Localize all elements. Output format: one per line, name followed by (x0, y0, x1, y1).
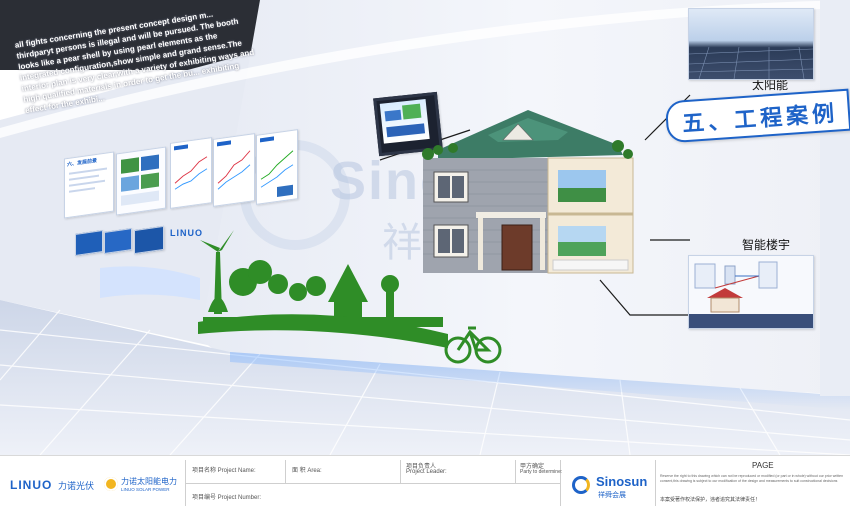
rights-text-cn: 本案受著作权法保护，违者追究其法律责任！ (660, 497, 761, 503)
smart-building-diagram (688, 255, 814, 329)
section-title: 五、工程案例 (681, 101, 839, 138)
line-chart-icon (217, 140, 251, 190)
solar-power-chinese-name: 力诺太阳能电力 (121, 477, 177, 486)
linuo-chinese-name: 力诺光伏 (58, 481, 95, 491)
sinosun-swirl-icon (572, 476, 590, 494)
party-label-en: Party to determine: (520, 469, 563, 475)
area-label: 面 积 Area: (292, 468, 322, 474)
line-chart-icon (260, 136, 294, 198)
left-lower-panel-2 (104, 228, 132, 254)
project-number-label: 项目编号 Project Number: (192, 495, 262, 501)
sinosun-logo: Sinosun (596, 474, 648, 489)
left-panel-development: 六、发展前景 (64, 151, 114, 219)
building-diagram-icon (689, 261, 813, 328)
solar-photo (688, 8, 814, 80)
solar-panels-icon (688, 46, 814, 80)
smart-building-label: 智能楼宇 (742, 238, 791, 252)
left-panel-chart-1 (170, 137, 212, 209)
bicycle-icon (444, 326, 502, 364)
sun-icon (104, 477, 118, 491)
title-block-footer: LINUO 力诺光伏 力诺太阳能电力 LINUO SOLAR POWER 项目名… (0, 455, 850, 509)
sinosun-chinese-name: 祥舜会展 (598, 492, 626, 499)
linuo-logo: LINUO (10, 478, 53, 492)
page-label: PAGE (752, 461, 774, 470)
project-name-label: 项目名称 Project Name: (192, 468, 256, 474)
left-panel-photos (116, 146, 166, 216)
green-eco-silhouette (198, 230, 502, 364)
line-chart-icon (174, 144, 208, 190)
left-lower-panel-1 (75, 230, 103, 256)
solar-power-english-name: LINUO SOLAR POWER (121, 487, 170, 492)
exhibition-render: Sinosun 祥 all fights concerning the pres… (0, 0, 850, 455)
rights-text: Reserve the right to this drawing which … (660, 474, 844, 483)
left-panel-chart-3 (256, 129, 298, 205)
project-leader-label-en: Project Leader: (406, 469, 447, 475)
left-panel-chart-2 (213, 133, 255, 207)
left-lower-panel-3 (134, 225, 164, 255)
left-panel-title: 六、发展前景 (67, 157, 98, 169)
